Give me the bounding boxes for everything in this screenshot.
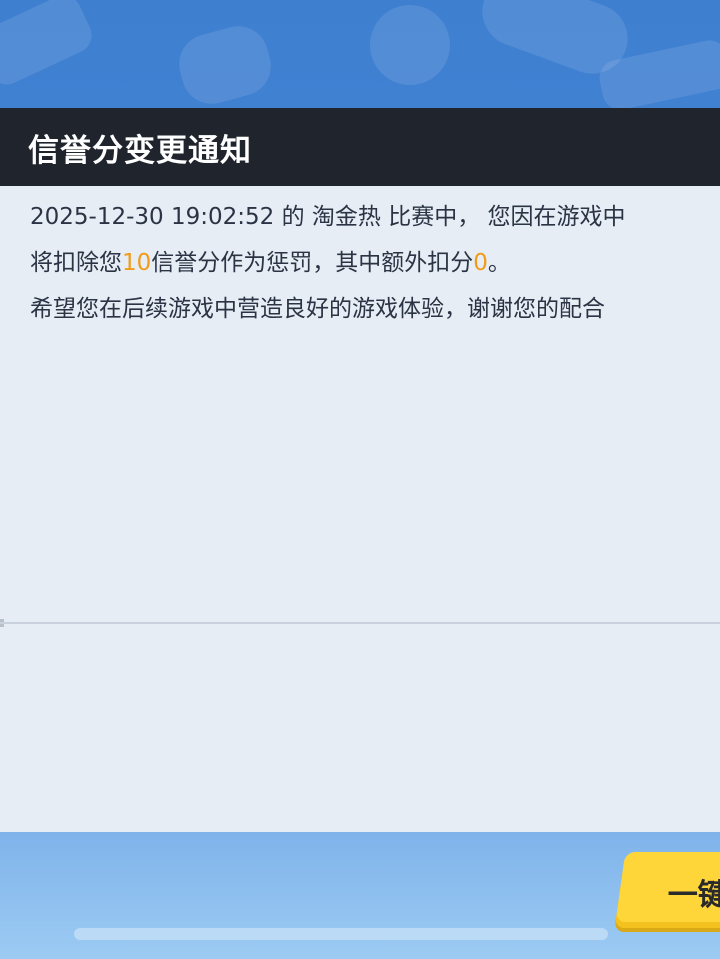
message-line-3: 希望您在后续游戏中营造良好的游戏体验，谢谢您的配合 — [30, 296, 605, 322]
dialog-footer: 一键 — [0, 832, 720, 959]
message-line-2-suffix: 。 — [487, 250, 511, 276]
screen: 信誉分变更通知 2025-12-30 19:02:52 的 淘金热 比赛中， 您… — [0, 0, 720, 959]
message-line-2-prefix: 将扣除您 — [30, 250, 122, 276]
notification-dialog: 信誉分变更通知 2025-12-30 19:02:52 的 淘金热 比赛中， 您… — [0, 108, 720, 832]
background-decoration — [370, 5, 450, 85]
one-click-button-label: 一键 — [667, 878, 720, 913]
message-line-2-middle: 信誉分作为惩罚，其中额外扣分 — [151, 250, 474, 276]
message-line-2: 将扣除您10信誉分作为惩罚，其中额外扣分0。 — [30, 247, 720, 279]
extra-points: 0 — [473, 250, 488, 276]
background-decoration — [172, 19, 278, 111]
message-line-1: 2025-12-30 19:02:52 的 淘金热 比赛中， 您因在游戏中 — [30, 204, 626, 230]
content-divider — [0, 622, 720, 624]
dialog-title: 信誉分变更通知 — [28, 133, 252, 169]
penalty-points: 10 — [122, 250, 152, 276]
dialog-header: 信誉分变更通知 — [0, 108, 720, 186]
one-click-button[interactable]: 一键 — [614, 852, 720, 928]
horizontal-scrollbar[interactable] — [74, 928, 608, 940]
background-decoration — [0, 0, 98, 91]
